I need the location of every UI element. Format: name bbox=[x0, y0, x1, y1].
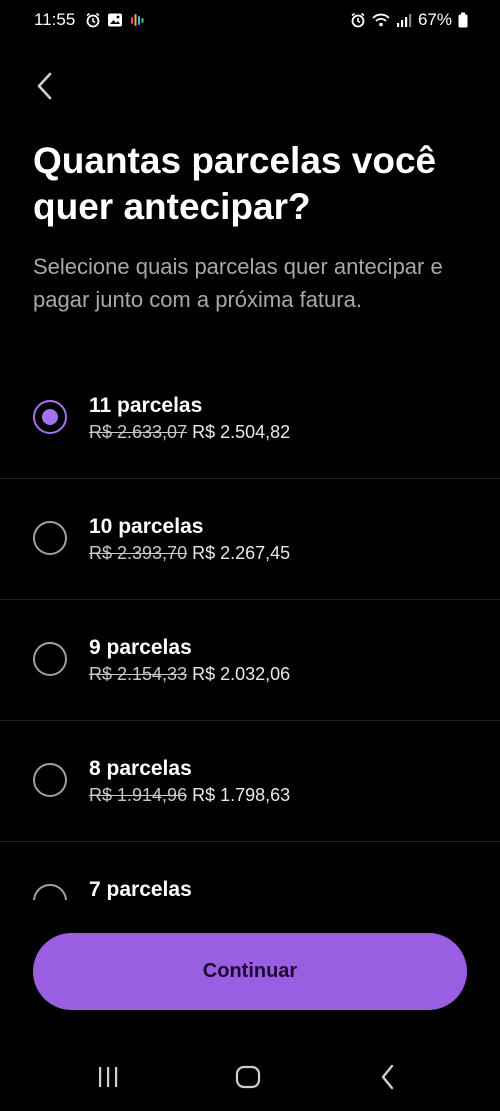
home-icon bbox=[235, 1065, 261, 1094]
new-price: R$ 2.504,82 bbox=[192, 422, 291, 442]
radio-unselected[interactable] bbox=[33, 763, 67, 797]
old-price: R$ 2.154,33 bbox=[89, 664, 188, 684]
page-title: Quantas parcelas você quer antecipar? bbox=[33, 140, 437, 227]
back-button[interactable] bbox=[30, 68, 62, 104]
installment-option-9[interactable]: 9 parcelas R$ 2.154,33 R$ 2.032,06 bbox=[0, 600, 500, 721]
system-back-button[interactable] bbox=[368, 1064, 408, 1094]
new-price: R$ 2.032,06 bbox=[192, 664, 291, 684]
status-right: 67% bbox=[350, 10, 468, 30]
battery-percent: 67% bbox=[417, 10, 452, 29]
status-bar: 11:55 67% bbox=[0, 0, 500, 44]
option-label: 11 parcelas bbox=[89, 394, 203, 417]
new-price: R$ 1.798,63 bbox=[192, 785, 291, 805]
chevron-left-icon bbox=[30, 72, 62, 108]
old-price: R$ 2.393,70 bbox=[89, 543, 188, 563]
radio-unselected[interactable] bbox=[33, 884, 67, 900]
home-button[interactable] bbox=[228, 1064, 268, 1094]
old-price: R$ 1.914,96 bbox=[89, 785, 188, 805]
recent-apps-icon bbox=[96, 1066, 120, 1093]
status-left: 11:55 bbox=[34, 10, 145, 30]
continue-button[interactable]: Continuar bbox=[33, 933, 467, 1010]
alarm-icon bbox=[85, 12, 101, 28]
option-prices: R$ 2.154,33 R$ 2.032,06 bbox=[89, 664, 290, 685]
recent-apps-button[interactable] bbox=[88, 1064, 128, 1094]
radio-unselected[interactable] bbox=[33, 521, 67, 555]
option-label: 7 parcelas bbox=[89, 878, 192, 900]
old-price: R$ 2.633,07 bbox=[89, 422, 188, 442]
new-price: R$ 2.267,45 bbox=[192, 543, 291, 563]
status-time: 11:55 bbox=[34, 10, 76, 29]
signal-icon bbox=[396, 12, 412, 28]
option-label: 10 parcelas bbox=[89, 515, 204, 538]
option-prices: R$ 2.393,70 R$ 2.267,45 bbox=[89, 543, 290, 564]
option-label: 8 parcelas bbox=[89, 757, 192, 780]
alarm-icon bbox=[350, 12, 366, 28]
image-icon bbox=[107, 12, 123, 28]
installment-option-7[interactable]: 7 parcelas bbox=[0, 842, 500, 900]
installment-option-8[interactable]: 8 parcelas R$ 1.914,96 R$ 1.798,63 bbox=[0, 721, 500, 842]
battery-icon bbox=[458, 12, 468, 28]
installment-option-11[interactable]: 11 parcelas R$ 2.633,07 R$ 2.504,82 bbox=[0, 358, 500, 479]
page-subtitle: Selecione quais parcelas quer antecipar … bbox=[33, 254, 443, 312]
wifi-icon bbox=[372, 12, 390, 28]
option-label: 9 parcelas bbox=[89, 636, 192, 659]
option-prices: R$ 1.914,96 R$ 1.798,63 bbox=[89, 785, 290, 806]
back-icon bbox=[378, 1064, 398, 1095]
option-prices: R$ 2.633,07 R$ 2.504,82 bbox=[89, 422, 290, 443]
radio-selected[interactable] bbox=[33, 400, 67, 434]
dots-icon bbox=[129, 12, 145, 28]
installment-options-list: 11 parcelas R$ 2.633,07 R$ 2.504,82 10 p… bbox=[0, 358, 500, 900]
radio-unselected[interactable] bbox=[33, 642, 67, 676]
installment-option-10[interactable]: 10 parcelas R$ 2.393,70 R$ 2.267,45 bbox=[0, 479, 500, 600]
system-nav-bar bbox=[0, 1048, 500, 1111]
